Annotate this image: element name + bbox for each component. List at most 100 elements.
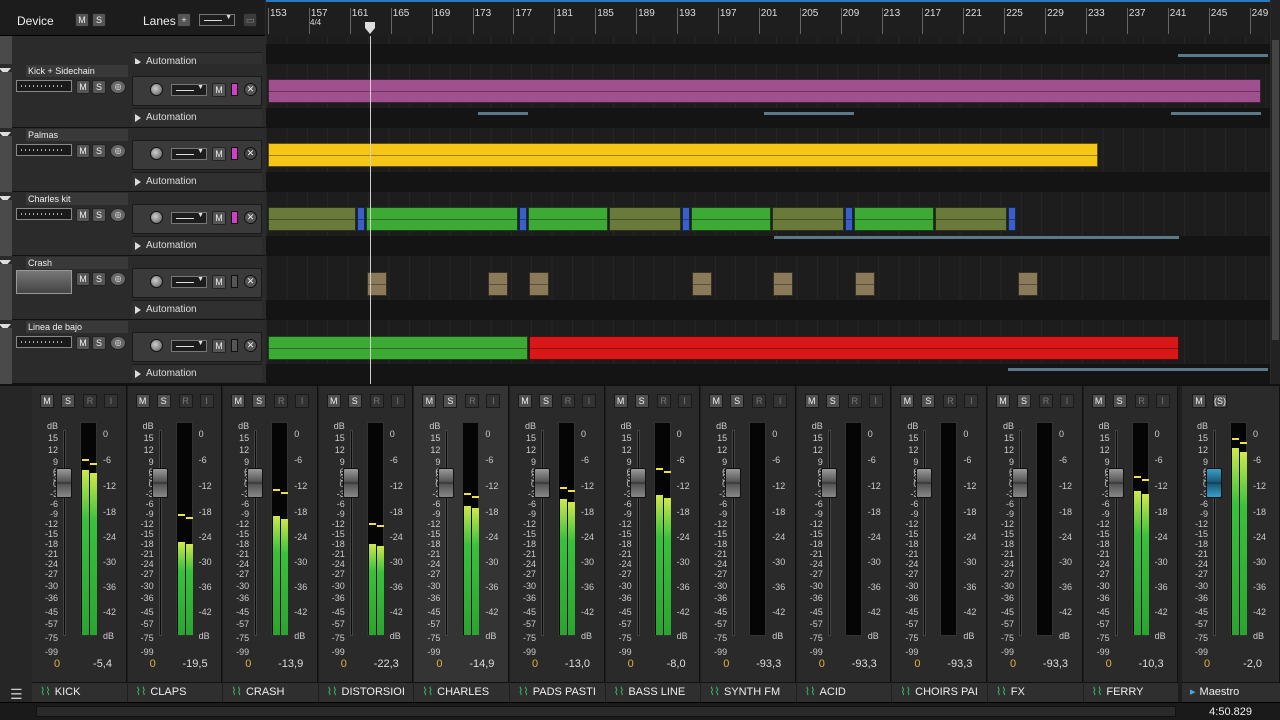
clip-charles[interactable]	[528, 207, 608, 231]
channel-input-button[interactable]: I	[582, 394, 596, 408]
volume-fader-knob[interactable]	[1206, 468, 1222, 498]
channel-name-bar[interactable]: ⌇⌇ CRASH	[223, 682, 318, 702]
volume-knob[interactable]	[150, 275, 163, 288]
channel-mute-button[interactable]: M	[422, 394, 437, 408]
track-mute-button-2[interactable]: M	[212, 275, 226, 289]
volume-fader-knob[interactable]	[629, 468, 646, 498]
channel-record-button[interactable]: R	[1039, 394, 1053, 408]
volume-fader-knob[interactable]	[342, 468, 359, 498]
monitor-icon[interactable]: ◎	[110, 208, 126, 222]
channel-record-button[interactable]: R	[465, 394, 480, 408]
channel-solo-button[interactable]: S	[347, 394, 362, 408]
volume-fader-knob[interactable]	[438, 468, 455, 498]
channel-solo-button[interactable]: S	[252, 394, 267, 408]
expand-automation-icon[interactable]	[135, 306, 141, 314]
channel-name-bar[interactable]: ⌇⌇ PADS PASTI	[510, 682, 605, 702]
track-name[interactable]: Palmas	[26, 129, 128, 141]
device-mini-slider[interactable]	[16, 336, 72, 348]
channel-mute-button[interactable]: M	[135, 394, 150, 408]
pan-value[interactable]: 0	[628, 658, 634, 670]
track-mute-button-2[interactable]: M	[212, 147, 226, 161]
track-mute-button-2[interactable]: M	[212, 339, 226, 353]
clip-crash[interactable]	[773, 272, 793, 296]
device-thumbnail[interactable]	[16, 270, 72, 294]
remove-icon[interactable]: ✕	[244, 211, 257, 224]
channel-mute-button[interactable]: M	[709, 394, 724, 408]
clip-charles[interactable]	[691, 207, 771, 231]
automation-row[interactable]: Automation	[132, 108, 262, 126]
channel-mute-button[interactable]: M	[613, 394, 628, 408]
channel-input-button[interactable]: I	[486, 394, 501, 408]
volume-fader-knob[interactable]	[151, 468, 168, 498]
record-arm-button[interactable]	[231, 339, 238, 352]
volume-knob[interactable]	[150, 339, 163, 352]
record-arm-button[interactable]	[231, 83, 238, 96]
channel-mute-button[interactable]: M	[326, 394, 341, 408]
channel-input-button[interactable]: I	[1155, 394, 1170, 408]
clip-charles[interactable]	[268, 207, 356, 231]
channel-mute-button[interactable]: M	[40, 394, 54, 408]
volume-fader-knob[interactable]	[1107, 468, 1124, 498]
channel-name-bar[interactable]: ⌇⌇ KICK	[32, 682, 127, 702]
clip-bajo[interactable]	[268, 336, 528, 360]
channel-name-bar[interactable]: ⌇⌇ BASS LINE	[605, 682, 701, 702]
clip-charles-marker[interactable]	[845, 207, 853, 231]
track-name[interactable]: Kick + Sidechain	[26, 65, 128, 77]
channel-name-bar[interactable]: ▸ Maestro	[1182, 682, 1280, 702]
track-mute-button-2[interactable]: M	[212, 211, 226, 225]
channel-solo-button[interactable]: S	[634, 394, 649, 408]
track-header-charles[interactable]: Charles kit M S ◎ M ✕ Automation	[0, 192, 265, 256]
monitor-icon[interactable]: ◎	[110, 272, 126, 286]
fader-track[interactable]	[827, 430, 831, 636]
channel-solo-button[interactable]: S	[730, 394, 745, 408]
pan-value[interactable]: 0	[723, 658, 729, 670]
clip-charles[interactable]	[854, 207, 934, 231]
track-mute-button[interactable]: M	[76, 272, 90, 286]
track-header-kick[interactable]: Kick + Sidechain M S ◎ M ✕ Automation	[0, 64, 265, 128]
channel-solo-button[interactable]: S	[825, 394, 840, 408]
channel-mute-button[interactable]: M	[900, 394, 915, 408]
pan-value[interactable]: 0	[914, 658, 920, 670]
volume-fader-knob[interactable]	[820, 468, 837, 498]
automation-row[interactable]: Automation	[132, 172, 262, 190]
monitor-icon[interactable]: ◎	[110, 144, 126, 158]
track-name[interactable]: Charles kit	[26, 193, 128, 205]
pan-value[interactable]: 0	[245, 658, 251, 670]
volume-fader-knob[interactable]	[916, 468, 933, 498]
clip-crash[interactable]	[692, 272, 712, 296]
clip-crash[interactable]	[529, 272, 549, 296]
channel-name-bar[interactable]: ⌇⌇ FX	[988, 682, 1083, 702]
clip-crash[interactable]	[855, 272, 875, 296]
channel-solo-button[interactable]: S	[1112, 394, 1127, 408]
channel-name-bar[interactable]: ⌇⌇ SYNTH FM	[701, 682, 796, 702]
channel-name-bar[interactable]: ⌇⌇ CLAPS	[127, 682, 223, 702]
clip-charles-marker[interactable]	[519, 207, 527, 231]
fader-track[interactable]	[63, 430, 66, 636]
remove-icon[interactable]: ✕	[244, 147, 257, 160]
channel-solo-button[interactable]: S	[539, 394, 553, 408]
fader-track[interactable]	[732, 430, 736, 636]
volume-knob[interactable]	[150, 211, 163, 224]
global-mute-button[interactable]: M	[75, 13, 89, 27]
mixer-channel-strip[interactable]: MSRIdB15129630-3-6-9-12-15-18-21-24-27-3…	[510, 386, 605, 702]
pan-value[interactable]: 0	[1010, 658, 1016, 670]
volume-fader-knob[interactable]	[534, 468, 550, 498]
automation-row[interactable]: Automation	[132, 364, 262, 382]
track-mute-button[interactable]: M	[76, 208, 90, 222]
clip-charles-marker[interactable]	[357, 207, 365, 231]
mixer-settings-icon[interactable]: ☰	[10, 686, 23, 703]
channel-name-bar[interactable]: ⌇⌇ ACID	[796, 682, 892, 702]
expand-automation-icon[interactable]	[135, 114, 141, 122]
channel-input-button[interactable]: I	[295, 394, 310, 408]
pan-value[interactable]: 0	[1106, 658, 1112, 670]
fader-track[interactable]	[1114, 430, 1118, 636]
mixer-channel-strip[interactable]: MSRIdB15129630-3-6-9-12-15-18-21-24-27-3…	[1083, 386, 1179, 702]
add-lane-button[interactable]: +	[177, 13, 191, 27]
expand-automation-icon[interactable]	[135, 178, 141, 186]
track-mute-button[interactable]: M	[76, 336, 90, 350]
pan-value[interactable]: 0	[54, 658, 60, 670]
expand-automation-icon[interactable]	[135, 370, 141, 378]
input-dropdown[interactable]	[171, 212, 207, 224]
fader-track[interactable]	[923, 430, 927, 636]
automation-row[interactable]: Automation	[132, 300, 262, 318]
